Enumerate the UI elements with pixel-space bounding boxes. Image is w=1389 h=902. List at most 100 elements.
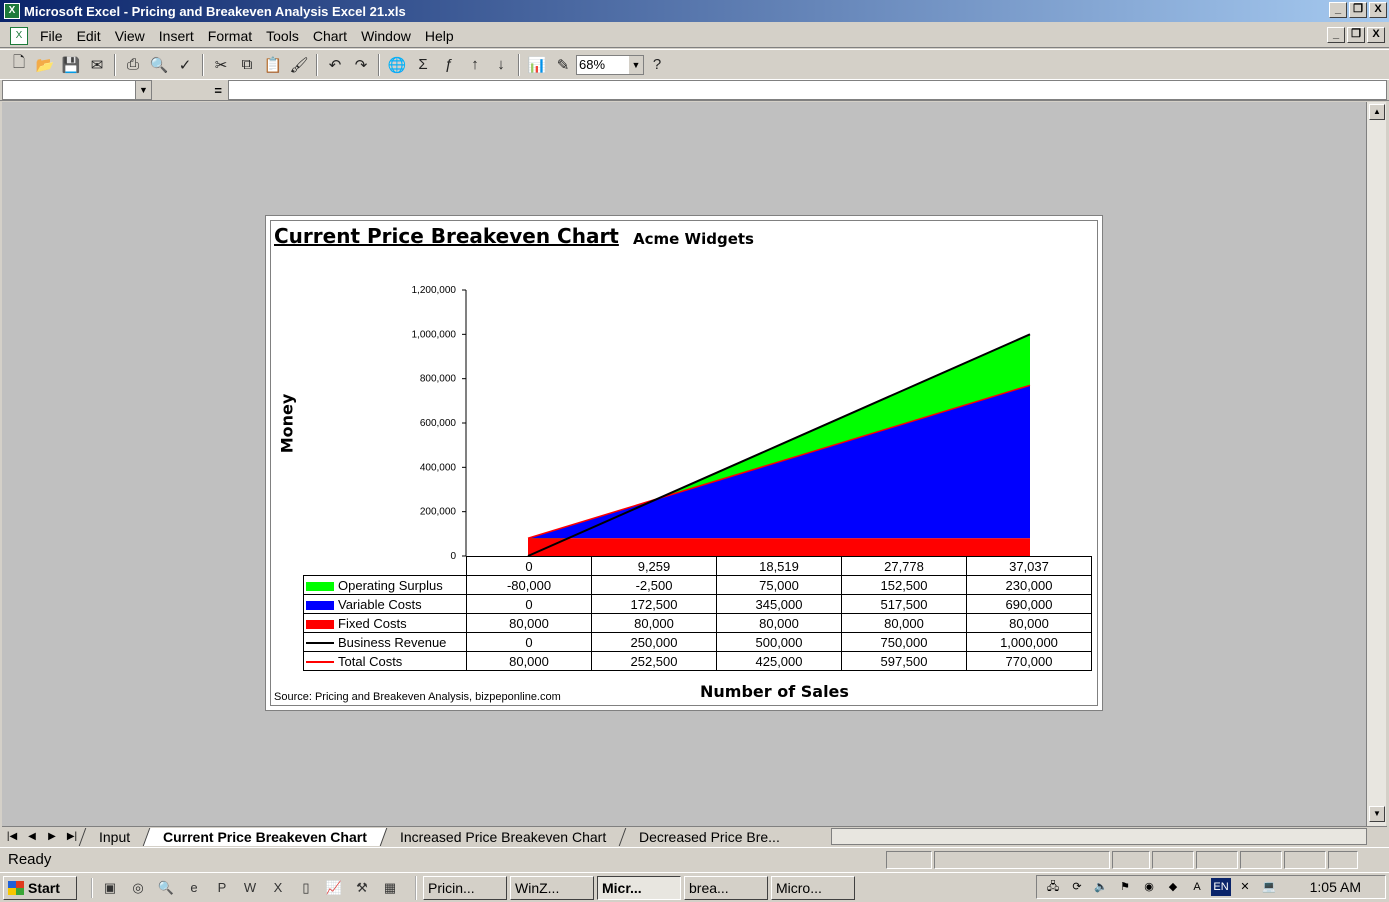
search-icon[interactable]: 🔍 xyxy=(155,878,177,898)
print-preview-icon[interactable]: 🔍 xyxy=(146,53,172,77)
close-button[interactable]: X xyxy=(1369,2,1387,18)
task-winzip[interactable]: WinZ... xyxy=(510,875,594,900)
scroll-up-icon[interactable]: ▲ xyxy=(1369,104,1385,120)
network-icon[interactable]: 🖧 xyxy=(1043,878,1063,896)
workbook-icon[interactable]: X xyxy=(10,26,28,45)
data-cell: 425,000 xyxy=(716,651,842,671)
sync-icon[interactable]: ⟳ xyxy=(1067,878,1087,896)
copy-icon[interactable]: ⧉ xyxy=(234,53,260,77)
disconnect-icon[interactable]: ✕ xyxy=(1235,878,1255,896)
laptop-icon[interactable]: 💻 xyxy=(1259,878,1279,896)
menu-edit[interactable]: Edit xyxy=(71,28,109,44)
email-icon[interactable]: ✉ xyxy=(84,53,110,77)
excel-app-icon[interactable]: X xyxy=(4,3,20,19)
diamond-icon[interactable]: ◆ xyxy=(1163,878,1183,896)
minimize-button[interactable]: _ xyxy=(1329,2,1347,18)
excel-icon[interactable]: X xyxy=(267,878,289,898)
menu-tools[interactable]: Tools xyxy=(260,28,307,44)
system-tray: 🖧 ⟳ 🔈 ⚑ ◉ ◆ A EN ✕ 💻 1:05 AM xyxy=(1036,875,1386,899)
sort-descending-icon[interactable]: ↓ xyxy=(488,53,514,77)
legend-total-costs: Total Costs xyxy=(303,651,467,671)
tab-label: Input xyxy=(99,828,131,845)
desktop-icon[interactable]: ▣ xyxy=(99,878,121,898)
tab-increased-price-breakeven-chart[interactable]: Increased Price Breakeven Chart xyxy=(379,827,626,846)
new-icon[interactable]: 🗋 xyxy=(6,53,32,77)
volume-icon[interactable]: 🔈 xyxy=(1091,878,1111,896)
paste-icon[interactable]: 📋 xyxy=(260,53,286,77)
chart-icon[interactable]: 📈 xyxy=(323,878,345,898)
y-tick-label: 1,000,000 xyxy=(412,329,457,340)
menu-chart[interactable]: Chart xyxy=(307,28,355,44)
menu-help[interactable]: Help xyxy=(419,28,462,44)
word-icon[interactable]: W xyxy=(239,878,261,898)
y-tick-label: 800,000 xyxy=(420,374,457,385)
scroll-down-icon[interactable]: ▼ xyxy=(1369,806,1385,822)
restore-button[interactable]: ❐ xyxy=(1349,2,1367,18)
internet-explorer-icon[interactable]: e xyxy=(183,878,205,898)
vertical-scrollbar[interactable]: ▲ ▼ xyxy=(1366,102,1386,826)
horizontal-scrollbar[interactable] xyxy=(831,828,1367,845)
tab-input[interactable]: Input xyxy=(78,827,150,846)
format-painter-icon[interactable]: 🖌 xyxy=(286,53,312,77)
series-name: Total Costs xyxy=(338,653,403,669)
task-breakeven[interactable]: brea... xyxy=(684,875,768,900)
hyperlink-icon[interactable]: 🌐 xyxy=(384,53,410,77)
formula-input[interactable] xyxy=(228,80,1387,100)
outlook-icon[interactable]: ◎ xyxy=(127,878,149,898)
next-sheet-icon[interactable]: ▶ xyxy=(42,828,62,846)
series-name: Business Revenue xyxy=(338,634,447,650)
tab-current-price-breakeven-chart[interactable]: Current Price Breakeven Chart xyxy=(142,827,387,846)
data-cell: 750,000 xyxy=(841,632,967,652)
tools-icon[interactable]: ⚒ xyxy=(351,878,373,898)
task-pricing[interactable]: Pricin... xyxy=(423,875,507,900)
chevron-down-icon[interactable]: ▼ xyxy=(135,81,151,99)
legend-key xyxy=(306,661,334,664)
powerpoint-icon[interactable]: P xyxy=(211,878,233,898)
chevron-down-icon[interactable]: ▼ xyxy=(629,55,643,74)
drawing-icon[interactable]: ✎ xyxy=(550,53,576,77)
start-button[interactable]: Start xyxy=(3,875,77,900)
flag-icon[interactable]: ⚑ xyxy=(1115,878,1135,896)
undo-icon[interactable]: ↶ xyxy=(322,53,348,77)
print-icon[interactable]: ⎙ xyxy=(120,53,146,77)
tab-decreased-price-breakeven-chart[interactable]: Decreased Price Bre... xyxy=(618,827,800,846)
cut-icon[interactable]: ✂ xyxy=(208,53,234,77)
redo-icon[interactable]: ↷ xyxy=(348,53,374,77)
task-microsoft-excel[interactable]: Micr... xyxy=(597,875,681,900)
doc-close-button[interactable]: X xyxy=(1367,27,1385,43)
chart-wizard-icon[interactable]: 📊 xyxy=(524,53,550,77)
data-cell: 80,000 xyxy=(716,613,842,633)
menu-file[interactable]: File xyxy=(34,28,71,44)
spelling-icon[interactable]: ✓ xyxy=(172,53,198,77)
prev-sheet-icon[interactable]: ◀ xyxy=(22,828,42,846)
window-title: Microsoft Excel - Pricing and Breakeven … xyxy=(24,3,406,19)
formula-equals[interactable]: = xyxy=(152,83,228,98)
data-cell: 1,000,000 xyxy=(966,632,1092,652)
task-microsoft-powerpoint[interactable]: Micro... xyxy=(771,875,855,900)
help-icon[interactable]: ? xyxy=(644,53,670,77)
menu-view[interactable]: View xyxy=(109,28,153,44)
grid-icon[interactable]: ▦ xyxy=(379,878,401,898)
menu-bar: X File Edit View Insert Format Tools Cha… xyxy=(0,24,1389,48)
doc-restore-button[interactable]: ❐ xyxy=(1347,27,1365,43)
open-icon[interactable]: 📂 xyxy=(32,53,58,77)
data-cell: 152,500 xyxy=(841,575,967,595)
save-icon[interactable]: 💾 xyxy=(58,53,84,77)
menu-format[interactable]: Format xyxy=(202,28,260,44)
language-indicator[interactable]: EN xyxy=(1211,878,1231,896)
first-sheet-icon[interactable]: |◀ xyxy=(2,828,22,846)
sort-ascending-icon[interactable]: ↑ xyxy=(462,53,488,77)
breakeven-chart[interactable]: Current Price Breakeven Chart Acme Widge… xyxy=(265,215,1103,711)
antivirus-icon[interactable]: ◉ xyxy=(1139,878,1159,896)
legend-variable-costs: Variable Costs xyxy=(303,594,467,614)
menu-insert[interactable]: Insert xyxy=(153,28,202,44)
device-icon[interactable]: ▯ xyxy=(295,878,317,898)
doc-minimize-button[interactable]: _ xyxy=(1327,27,1345,43)
font-icon[interactable]: A xyxy=(1187,878,1207,896)
zoom-select[interactable]: 68% ▼ xyxy=(576,54,644,75)
menu-window[interactable]: Window xyxy=(355,28,419,44)
data-cell: 80,000 xyxy=(841,613,967,633)
function-icon[interactable]: ƒ xyxy=(436,53,462,77)
autosum-icon[interactable]: Σ xyxy=(410,53,436,77)
name-box[interactable]: ▼ xyxy=(2,80,152,100)
